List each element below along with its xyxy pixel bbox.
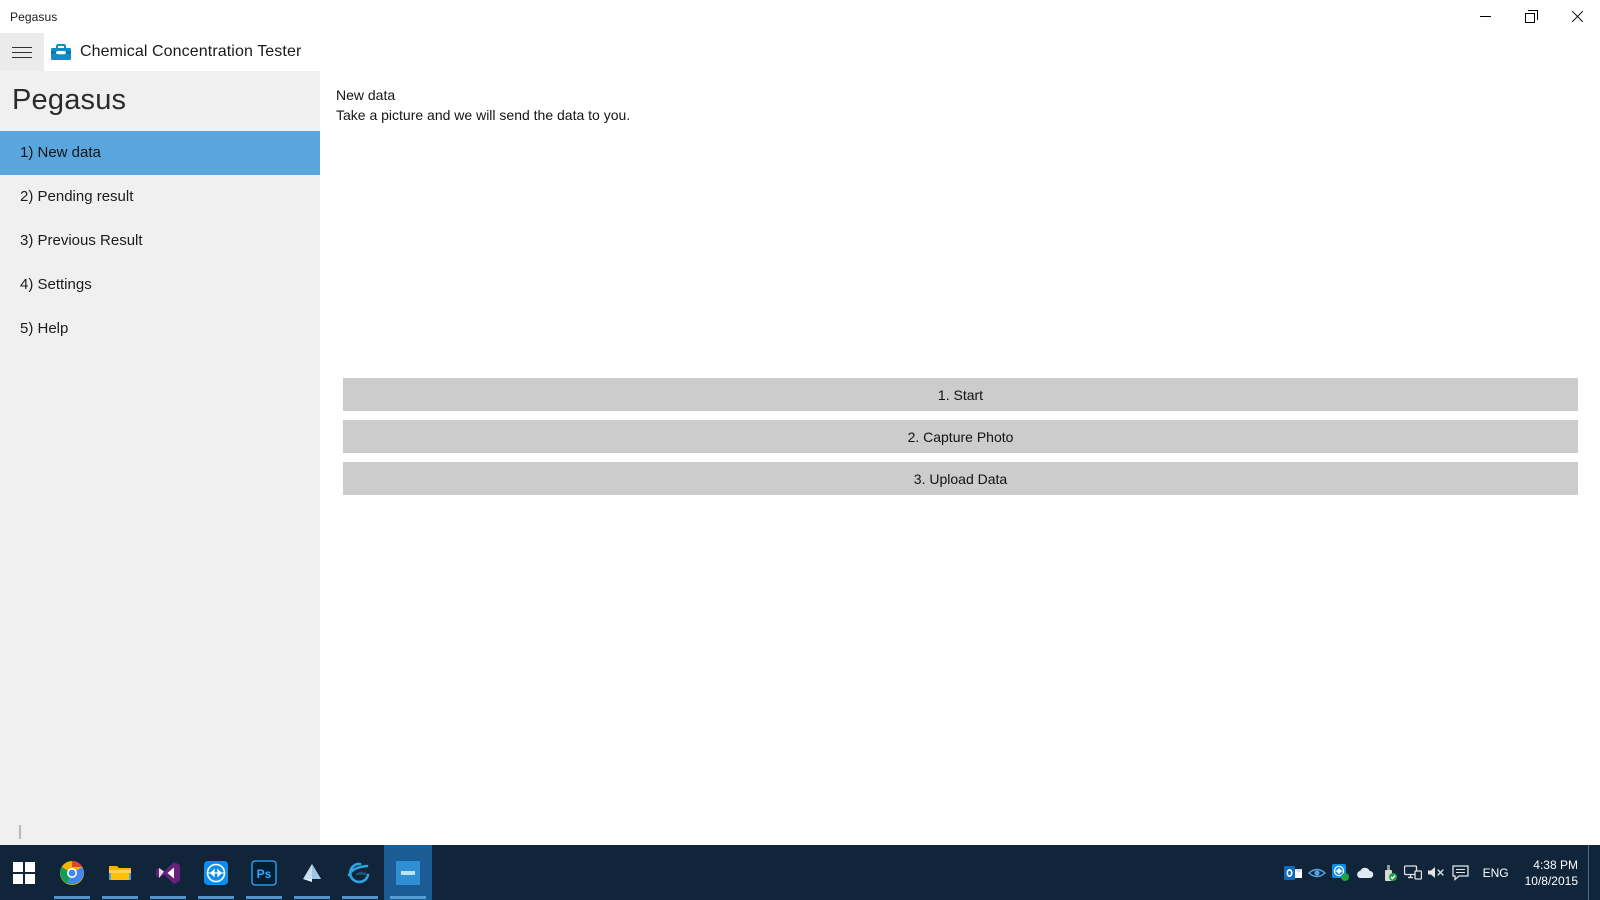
taskbar-item-file-explorer[interactable] [96,845,144,900]
volume-muted-icon[interactable] [1425,845,1449,900]
sidebar-title: Pegasus [12,84,127,116]
running-indicator [342,896,378,899]
taskbar-item-chrome[interactable] [48,845,96,900]
sidebar: Pegasus 1) New data 2) Pending result 3)… [0,71,320,845]
restore-button[interactable] [1508,0,1554,33]
show-desktop-button[interactable] [1588,845,1594,900]
app-header: Chemical Concentration Tester [0,33,1600,71]
onedrive-icon[interactable] [1353,845,1377,900]
capture-photo-button[interactable]: 2. Capture Photo [343,420,1578,453]
minimize-button[interactable] [1462,0,1508,33]
toolbox-icon [50,43,72,61]
sidebar-item-new-data[interactable]: 1) New data [0,130,320,175]
sidebar-item-settings[interactable]: 4) Settings [0,263,320,307]
page-subtitle: Take a picture and we will send the data… [336,107,631,123]
taskbar-tasks: Ps [48,845,432,900]
running-indicator [150,896,186,899]
chrome-icon [59,860,85,886]
minimize-icon [1479,16,1491,17]
running-indicator [198,896,234,899]
network-icon[interactable] [1401,845,1425,900]
taskbar: Ps ENG 4:38 PM 10/8/2015 [0,845,1600,900]
restore-icon [1524,10,1538,23]
visual-studio-icon [155,860,181,886]
sidebar-item-help[interactable]: 5) Help [0,307,320,351]
system-tray: ENG 4:38 PM 10/8/2015 [1281,845,1600,900]
outlook-icon[interactable] [1281,845,1305,900]
taskbar-item-photoshop[interactable]: Ps [240,845,288,900]
teamviewer-tray-icon[interactable] [1329,845,1353,900]
sidebar-item-label: 1) New data [20,144,101,162]
sidebar-nav: 1) New data 2) Pending result 3) Previou… [0,130,320,351]
running-indicator [102,896,138,899]
running-indicator [390,896,426,899]
main-content: New data Take a picture and we will send… [320,71,1600,845]
taskbar-item-teamviewer[interactable] [192,845,240,900]
upload-data-button[interactable]: 3. Upload Data [343,462,1578,495]
language-indicator[interactable]: ENG [1473,845,1519,900]
window-title: Pegasus [10,9,58,24]
teamviewer-icon [203,860,229,886]
taskbar-item-pegasus[interactable] [384,845,432,900]
sidebar-item-label: 5) Help [20,320,69,338]
taskbar-item-visual-studio[interactable] [144,845,192,900]
sidebar-item-pending-result[interactable]: 2) Pending result [0,175,320,219]
hamburger-menu-icon[interactable] [0,33,44,71]
onenote-icon [299,860,325,886]
action-button-stack: 1. Start 2. Capture Photo 3. Upload Data [343,378,1578,504]
svg-text:Ps: Ps [257,867,272,881]
windows-start-icon[interactable] [0,845,48,900]
usb-safe-removal-icon[interactable] [1377,845,1401,900]
close-button[interactable] [1554,0,1600,33]
window-controls [1462,0,1600,33]
app-title: Chemical Concentration Tester [80,43,302,60]
sidebar-item-label: 2) Pending result [20,188,134,206]
sidebar-item-label: 4) Settings [20,276,92,294]
running-indicator [246,896,282,899]
internet-explorer-icon [347,860,373,886]
window-title-bar: Pegasus [0,0,1600,33]
taskbar-item-internet-explorer[interactable] [336,845,384,900]
page-title: New data [336,87,396,103]
eye-icon[interactable] [1305,845,1329,900]
close-icon [1571,10,1584,23]
desktop-root: Pegasus Chemical Concentration Tester Pe… [0,0,1600,900]
file-explorer-icon [107,860,133,886]
taskbar-item-onenote[interactable] [288,845,336,900]
clock-date: 10/8/2015 [1524,873,1578,888]
pegasus-app-icon [395,860,421,886]
start-button[interactable]: 1. Start [343,378,1578,411]
clock-time: 4:38 PM [1533,857,1578,872]
sidebar-resize-handle[interactable] [19,825,21,839]
action-center-icon[interactable] [1449,845,1473,900]
sidebar-item-previous-result[interactable]: 3) Previous Result [0,219,320,263]
running-indicator [54,896,90,899]
sidebar-item-label: 3) Previous Result [20,232,143,250]
photoshop-icon: Ps [251,859,277,886]
running-indicator [294,896,330,899]
clock[interactable]: 4:38 PM 10/8/2015 [1519,845,1588,900]
